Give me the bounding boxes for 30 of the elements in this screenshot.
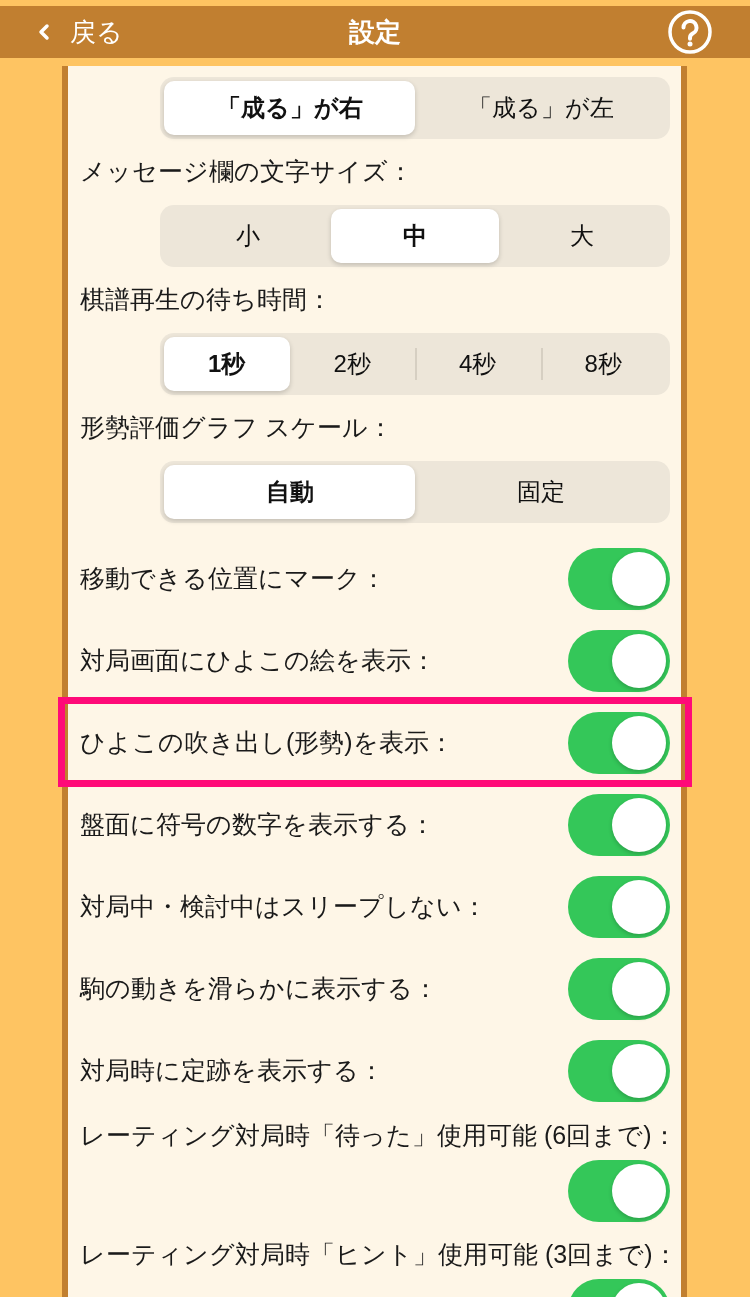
segment-option[interactable]: 固定 bbox=[415, 465, 666, 519]
segment-option[interactable]: 2秒 bbox=[289, 337, 415, 391]
segment-option[interactable]: 小 bbox=[164, 209, 332, 263]
segment-option[interactable]: 「成る」が左 bbox=[415, 81, 666, 135]
setting-label: 駒の動きを滑らかに表示する： bbox=[80, 973, 438, 1005]
segment-option[interactable]: 1秒 bbox=[164, 337, 290, 391]
segmented-control[interactable]: 自動 固定 bbox=[160, 461, 670, 523]
segment-option[interactable]: 中 bbox=[331, 209, 499, 263]
setting-label: 棋譜再生の待ち時間： bbox=[80, 284, 332, 316]
setting-label: 対局中・検討中はスリープしない： bbox=[80, 891, 487, 923]
setting-label: メッセージ欄の文字サイズ： bbox=[80, 156, 413, 188]
segmented-control[interactable]: 小 中 大 bbox=[160, 205, 670, 267]
segmented-control[interactable]: 「成る」が右 「成る」が左 bbox=[160, 77, 670, 139]
segment-option[interactable]: 8秒 bbox=[540, 337, 666, 391]
segment-option[interactable]: 自動 bbox=[164, 465, 415, 519]
screen-title: 設定 bbox=[349, 15, 401, 49]
segment-option[interactable]: 大 bbox=[498, 209, 666, 263]
setting-label: レーティング対局時「待った」使用可能 (6回まで)： bbox=[80, 1120, 677, 1152]
setting-label: 移動できる位置にマーク： bbox=[80, 563, 386, 595]
help-button[interactable] bbox=[668, 10, 712, 54]
segment-option[interactable]: 4秒 bbox=[415, 337, 541, 391]
setting-label: 形勢評価グラフ スケール： bbox=[80, 412, 393, 444]
setting-label: ひよこの吹き出し(形勢)を表示： bbox=[80, 727, 454, 759]
setting-label: 対局時に定跡を表示する： bbox=[80, 1055, 384, 1087]
segment-option[interactable]: 「成る」が右 bbox=[164, 81, 415, 135]
setting-label: 盤面に符号の数字を表示する： bbox=[80, 809, 435, 841]
setting-label: レーティング対局時「ヒント」使用可能 (3回まで)： bbox=[80, 1239, 678, 1271]
setting-label: 対局画面にひよこの絵を表示： bbox=[80, 645, 436, 677]
help-icon bbox=[668, 10, 712, 54]
segmented-control[interactable]: 1秒 2秒 4秒 8秒 bbox=[160, 333, 670, 395]
